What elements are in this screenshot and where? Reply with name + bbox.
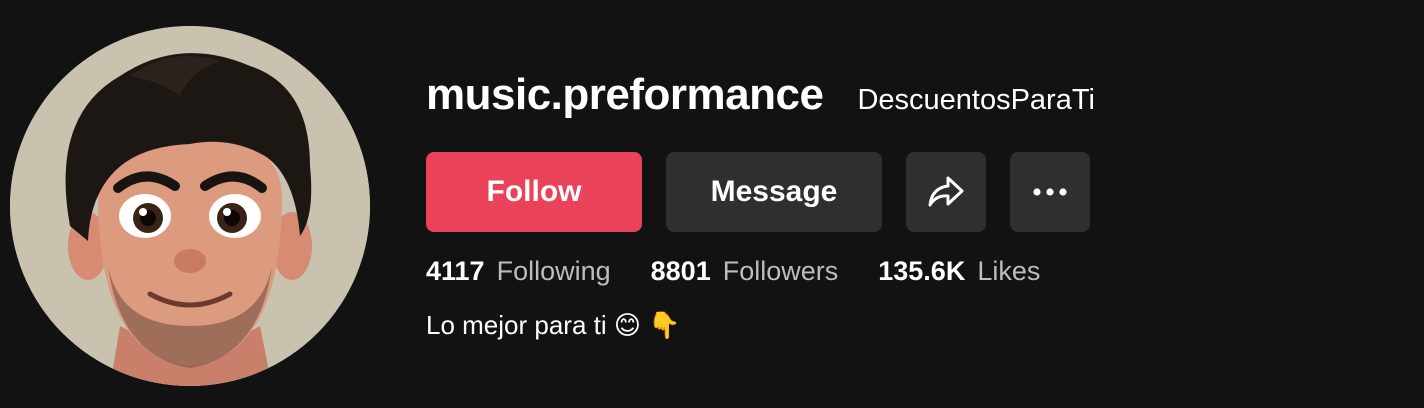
- profile-info: music.preformance DescuentosParaTi Follo…: [426, 70, 1386, 340]
- more-icon: [1033, 188, 1067, 196]
- profile-bio: Lo mejor para ti 😊 👇: [426, 310, 681, 340]
- likes-count: 135.6K: [878, 256, 966, 286]
- action-buttons: Follow Message: [426, 152, 1090, 232]
- following-label: Following: [496, 256, 611, 286]
- stat-followers[interactable]: 8801 Followers: [651, 256, 839, 287]
- followers-label: Followers: [722, 256, 839, 286]
- profile-stats: 4117 Following 8801 Followers 135.6K Lik…: [426, 256, 1040, 287]
- followers-count: 8801: [650, 256, 711, 286]
- nickname: DescuentosParaTi: [857, 84, 1095, 116]
- profile-avatar[interactable]: [10, 26, 370, 386]
- following-count: 4117: [426, 256, 485, 286]
- name-row: music.preformance DescuentosParaTi: [426, 70, 1386, 130]
- share-icon: [928, 176, 964, 207]
- message-button[interactable]: Message: [666, 152, 882, 232]
- stat-likes: 135.6K Likes: [878, 256, 1040, 287]
- more-button[interactable]: [1010, 152, 1090, 232]
- stat-following[interactable]: 4117 Following: [426, 256, 611, 287]
- likes-label: Likes: [977, 256, 1041, 286]
- follow-button[interactable]: Follow: [426, 152, 642, 232]
- avatar-illustration: [10, 26, 370, 386]
- share-button[interactable]: [906, 152, 986, 232]
- username: music.preformance: [426, 70, 824, 119]
